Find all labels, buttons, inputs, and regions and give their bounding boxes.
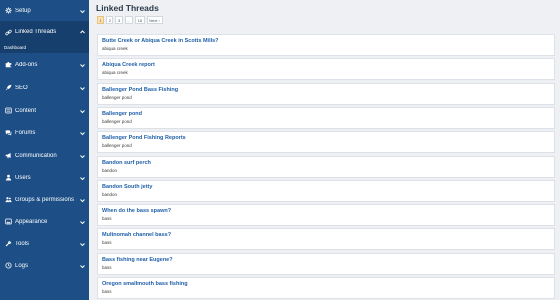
thread-keyword: bandon	[102, 191, 118, 197]
thread-keyword: bass	[102, 289, 112, 294]
sidebar-item-label: Setup	[15, 7, 31, 14]
sidebar-item-label: Logs	[15, 262, 29, 269]
megaphone-icon	[4, 152, 12, 160]
thread-item: Ballenger Pond Bass Fishing ballenger pon…	[97, 82, 555, 105]
thread-item: Ballenger Pond Fishing Reports ballenger …	[97, 131, 555, 154]
thread-title-link[interactable]: Bandon surf perch	[102, 160, 554, 167]
sidebar-item-appearance[interactable]: Appearance	[0, 211, 89, 232]
pagination-ellipsis: ...	[124, 16, 134, 24]
page-title: Linked Threads	[96, 3, 159, 13]
sidebar-item-logs[interactable]: Logs	[0, 255, 89, 276]
sidebar-item-tools[interactable]: Tools	[0, 233, 89, 254]
thread-keyword: ballenger pond	[102, 94, 132, 100]
wrench-icon	[4, 240, 12, 248]
gear-icon	[4, 7, 12, 15]
forums-icon	[4, 129, 12, 137]
chevron-down-icon[interactable]	[78, 107, 86, 115]
sidebar-item-label: Users	[15, 174, 31, 181]
chevron-down-icon[interactable]	[78, 240, 86, 248]
sidebar-item-label: Forums	[15, 129, 36, 136]
thread-keyword: abiqua creek	[102, 70, 128, 76]
thread-item: Abiqua Creek report abiqua creek	[97, 58, 555, 81]
sidebar-item-users[interactable]: Users	[0, 167, 89, 188]
logs-icon	[4, 262, 12, 270]
thread-keyword: bandon	[102, 167, 118, 173]
rocket-icon	[4, 84, 12, 92]
chevron-down-icon[interactable]	[78, 129, 86, 137]
thread-title-link[interactable]: Multnomah channel bass?	[102, 232, 554, 239]
thread-item: Bass fishing near Eugene? bass	[97, 252, 555, 275]
sidebar-item-label: Add-ons	[15, 61, 38, 68]
sidebar-item-label: Tools	[15, 240, 30, 247]
appearance-icon	[4, 218, 12, 226]
chevron-up-icon[interactable]	[78, 28, 86, 36]
chevron-down-icon[interactable]	[78, 262, 86, 270]
thread-item: Multnomah channel bass? bass	[97, 228, 555, 251]
thread-keyword: ballenger pond	[102, 143, 132, 149]
sidebar-item-label: SEO	[15, 84, 28, 91]
thread-item: Oregon smallmouth bass fishing bass	[97, 277, 555, 299]
users-icon	[4, 196, 12, 204]
thread-item: Bandon South jetty bandon	[97, 179, 555, 202]
sidebar-item-label: Appearance	[15, 218, 48, 225]
sidebar-item-label: Communication	[15, 152, 57, 159]
user-icon	[4, 174, 12, 182]
thread-title-link[interactable]: Bandon South jetty	[102, 184, 554, 191]
content-icon	[4, 107, 12, 115]
thread-item: When do the bass spawn? bass	[97, 204, 555, 227]
thread-title-link[interactable]: Ballenger pond	[102, 111, 554, 118]
thread-keyword: abiqua creek	[102, 46, 128, 51]
puzzle-icon	[4, 61, 12, 69]
thread-keyword: ballenger pond	[102, 118, 132, 124]
pagination: 1 2 3... 18 Next ›	[97, 16, 163, 24]
thread-title-link[interactable]: Bass fishing near Eugene?	[102, 257, 554, 264]
thread-item: Bandon surf perch bandon	[97, 155, 555, 178]
sidebar-item-forums[interactable]: Forums	[0, 122, 89, 143]
thread-keyword: bass	[102, 240, 112, 246]
pagination-page-button[interactable]: 18	[135, 16, 145, 24]
link-icon	[4, 28, 12, 36]
thread-title-link[interactable]: Ballenger Pond Bass Fishing	[102, 87, 554, 94]
sidebar-item-content[interactable]: Content	[0, 100, 89, 121]
sidebar-item-seo[interactable]: SEO	[0, 77, 89, 98]
sidebar-item-label: Linked Threads	[15, 29, 57, 35]
chevron-down-icon[interactable]	[78, 61, 86, 69]
sidebar-item-add-ons[interactable]: Add-ons	[0, 54, 89, 75]
thread-keyword: bass	[102, 264, 112, 270]
thread-item: Ballenger pond ballenger pond	[97, 106, 555, 129]
thread-title-link[interactable]: When do the bass spawn?	[102, 208, 554, 215]
sidebar-item-setup[interactable]: Setup	[0, 0, 89, 21]
thread-keyword: bass	[102, 216, 112, 222]
thread-title-link[interactable]: Ballenger Pond Fishing Reports	[102, 135, 554, 142]
chevron-down-icon[interactable]	[78, 7, 86, 15]
chevron-down-icon[interactable]	[78, 218, 86, 226]
chevron-down-icon[interactable]	[78, 174, 86, 182]
sidebar-item-label: Content	[15, 107, 37, 114]
admin-sidebar: Setup Linked Threads Add-ons SEO Content Foru…	[0, 0, 89, 300]
chevron-down-icon[interactable]	[78, 196, 86, 204]
thread-item: Butte Creek or Abiqua Creek in Scotts Mi…	[97, 34, 555, 56]
sidebar-subitem-dashboard[interactable]: Dashboard	[0, 42, 89, 53]
thread-title-link[interactable]: Butte Creek or Abiqua Creek in Scotts Mi…	[102, 38, 554, 45]
sidebar-item-communication[interactable]: Communication	[0, 145, 89, 166]
sidebar-item-groups-permissions[interactable]: Groups & permissions	[0, 189, 89, 210]
pagination-next-button[interactable]: Next ›	[146, 16, 163, 24]
chevron-down-icon[interactable]	[78, 152, 86, 160]
pagination-page-button[interactable]: 2	[106, 16, 114, 24]
sidebar-item-linked-threads[interactable]: Linked Threads	[0, 21, 89, 43]
pagination-page-button[interactable]: 3	[115, 16, 123, 24]
sidebar-item-label: Groups & permissions	[15, 196, 75, 203]
pagination-page-button[interactable]: 1	[97, 16, 105, 24]
chevron-down-icon[interactable]	[78, 84, 86, 92]
thread-title-link[interactable]: Oregon smallmouth bass fishing	[102, 281, 554, 288]
thread-title-link[interactable]: Abiqua Creek report	[102, 62, 554, 69]
